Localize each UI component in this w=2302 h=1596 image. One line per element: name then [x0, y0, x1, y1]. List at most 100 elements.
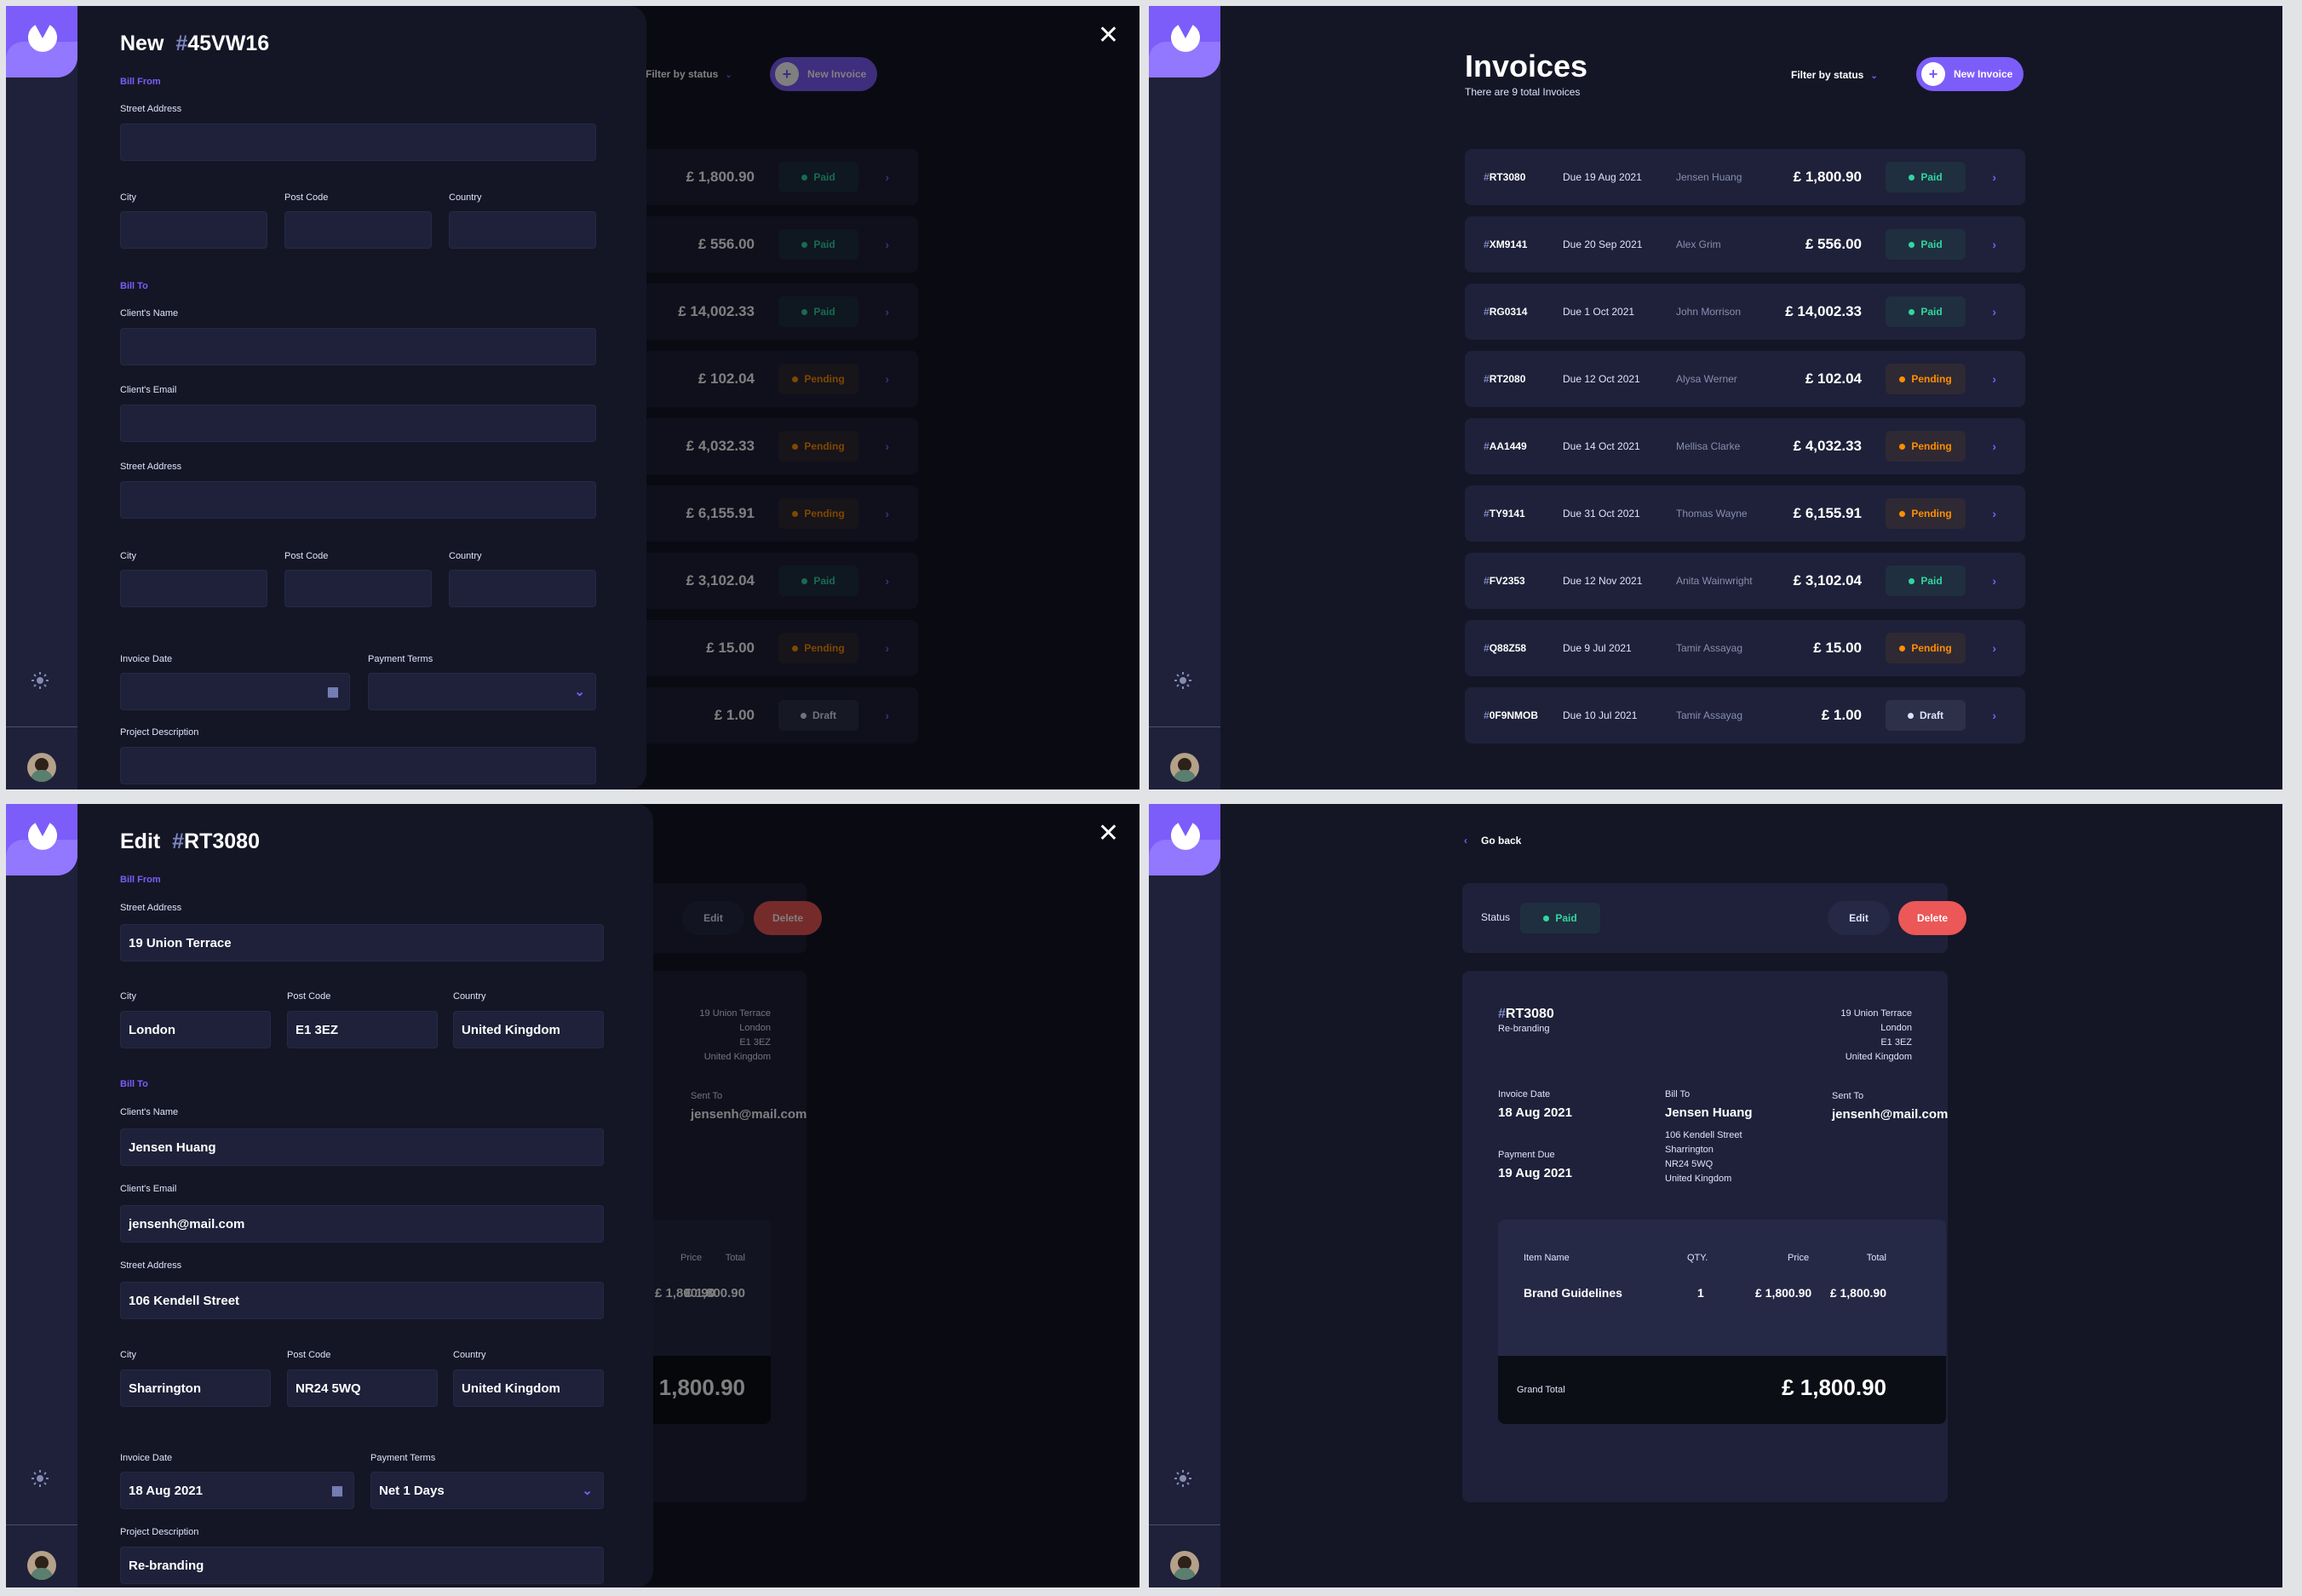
post-code-label: Post Code [287, 1350, 331, 1360]
app-logo[interactable] [1149, 804, 1220, 876]
avatar[interactable] [1170, 1551, 1199, 1580]
avatar[interactable] [27, 753, 56, 782]
street-label: Street Address [120, 462, 182, 472]
invoice-id: #RG0314 [1484, 306, 1527, 318]
to-post-code-input[interactable]: NR24 5WQ [287, 1369, 438, 1407]
invoice-row[interactable]: #RT2080 Due 12 Oct 2021 Alysa Werner £ 102.… [1465, 351, 2025, 407]
chevron-right-icon: › [1992, 709, 1996, 722]
logo-icon [1171, 25, 1200, 52]
from-post-code-input[interactable]: E1 3EZ [287, 1011, 438, 1048]
invoice-row[interactable]: #FV2353 Due 12 Nov 2021 Anita Wainwright £ … [1465, 553, 2025, 609]
client-name: Jensen Huang [1665, 1105, 1753, 1120]
section-bill-from: Bill From [120, 875, 161, 885]
client-email-input[interactable]: jensenh@mail.com [120, 1205, 604, 1243]
invoice-id: #RT3080 [1498, 1007, 1554, 1022]
project-description-input[interactable]: Re-branding [120, 1547, 604, 1584]
from-street-input[interactable]: 19 Union Terrace [120, 924, 604, 962]
invoice-amount: £ 1.00 [1821, 707, 1862, 723]
edit-invoice-drawer: Edit #RT3080 Bill From Street Address 19… [77, 804, 653, 1587]
status-badge: Pending [1886, 633, 1966, 663]
invoice-id-value: RT3080 [1505, 1007, 1554, 1021]
to-street-input[interactable]: 106 Kendell Street [120, 1282, 604, 1319]
to-country-input[interactable]: United Kingdom [453, 1369, 604, 1407]
payment-terms-select[interactable]: ⌄ [368, 673, 596, 710]
client-name: Alysa Werner [1676, 373, 1737, 385]
logo-icon [28, 25, 57, 52]
avatar[interactable] [27, 1551, 56, 1580]
filter-dropdown[interactable]: Filter by status ⌄ [1791, 69, 1878, 81]
sidebar-divider [6, 726, 77, 727]
app-logo[interactable] [6, 804, 77, 876]
new-invoice-label: New Invoice [1954, 68, 2013, 80]
app-logo[interactable] [1149, 6, 1220, 78]
client-name-label: Client's Name [120, 1107, 179, 1117]
invoice-date-value: 18 Aug 2021 [1498, 1105, 1572, 1120]
status-badge: Paid [1886, 565, 1966, 596]
invoice-row[interactable]: #TY9141 Due 31 Oct 2021 Thomas Wayne £ 6,15… [1465, 485, 2025, 542]
app-logo[interactable] [6, 6, 77, 78]
sun-icon[interactable] [1174, 672, 1195, 692]
from-city-input[interactable] [120, 211, 267, 249]
to-street-input[interactable] [120, 481, 596, 519]
address-line: London [1880, 1023, 1912, 1033]
client-email-label: Client's Email [120, 385, 177, 395]
hash-symbol: # [175, 32, 188, 55]
from-city-input[interactable]: London [120, 1011, 271, 1048]
due-date: Due 12 Oct 2021 [1563, 373, 1640, 385]
invoice-row[interactable]: #RG0314 Due 1 Oct 2021 John Morrison £ 14,0… [1465, 284, 2025, 340]
section-bill-from: Bill From [120, 77, 161, 87]
edit-button[interactable]: Edit [1828, 901, 1890, 935]
invoice-date-picker[interactable]: ▦ [120, 673, 350, 710]
invoice-row[interactable]: #AA1449 Due 14 Oct 2021 Mellisa Clarke £ 4,… [1465, 418, 2025, 474]
from-country-input[interactable] [449, 211, 596, 249]
chevron-left-icon: ‹ [1464, 835, 1467, 847]
grand-total-amount: £ 1,800.90 [1782, 1375, 1886, 1400]
sidebar [1149, 6, 1220, 789]
client-name: Alex Grim [1676, 238, 1721, 250]
sidebar [1149, 804, 1220, 1587]
from-country-input[interactable]: United Kingdom [453, 1011, 604, 1048]
new-invoice-screen: Filter by status⌄ +New Invoice #RT3080Du… [6, 6, 1140, 789]
invoice-id: #AA1449 [1484, 440, 1527, 452]
hash-symbol: # [172, 830, 185, 853]
total-header: Total [1866, 1253, 1886, 1263]
avatar[interactable] [1170, 753, 1199, 782]
from-post-code-input[interactable] [284, 211, 432, 249]
close-icon[interactable]: ✕ [1098, 821, 1119, 847]
post-code-label: Post Code [284, 192, 329, 203]
client-name-input[interactable] [120, 328, 596, 365]
to-city-input[interactable] [120, 570, 267, 607]
invoice-row[interactable]: #0F9NMOB Due 10 Jul 2021 Tamir Assayag £ 1.… [1465, 687, 2025, 743]
hash-symbol: # [1484, 238, 1490, 250]
invoice-date-picker[interactable]: 18 Aug 2021 ▦ [120, 1472, 354, 1509]
to-post-code-input[interactable] [284, 570, 432, 607]
client-name-input[interactable]: Jensen Huang [120, 1128, 604, 1166]
street-label: Street Address [120, 104, 182, 114]
to-city-input[interactable]: Sharrington [120, 1369, 271, 1407]
delete-button[interactable]: Delete [1898, 901, 1966, 935]
payment-terms-select[interactable]: Net 1 Days ⌄ [370, 1472, 604, 1509]
close-icon[interactable]: ✕ [1098, 23, 1119, 49]
client-email-input[interactable] [120, 405, 596, 442]
invoice-detail-screen: ‹ Go back Status Paid Edit Delete #RT3080… [1149, 804, 2282, 1587]
project-description-input[interactable] [120, 747, 596, 784]
street-label: Street Address [120, 1260, 182, 1271]
invoice-card: #RT3080 Re-branding 19 Union Terrace Lond… [1462, 971, 1948, 1502]
new-invoice-button[interactable]: + New Invoice [1916, 57, 2024, 91]
invoice-id-value: RT3080 [1489, 171, 1526, 183]
sun-icon[interactable] [32, 672, 52, 692]
address-line: United Kingdom [1845, 1052, 1912, 1062]
address-line: United Kingdom [1665, 1174, 1732, 1184]
invoice-row[interactable]: #Q88Z58 Due 9 Jul 2021 Tamir Assayag £ 15.0… [1465, 620, 2025, 676]
city-label: City [120, 192, 136, 203]
go-back-link[interactable]: ‹ Go back [1464, 835, 1521, 847]
due-date: Due 19 Aug 2021 [1563, 171, 1642, 183]
from-street-input[interactable] [120, 123, 596, 161]
to-country-input[interactable] [449, 570, 596, 607]
invoice-row[interactable]: #XM9141 Due 20 Sep 2021 Alex Grim £ 556.00 P… [1465, 216, 2025, 273]
invoice-row[interactable]: #RT3080 Due 19 Aug 2021 Jensen Huang £ 1,80… [1465, 149, 2025, 205]
due-date: Due 31 Oct 2021 [1563, 508, 1640, 520]
sun-icon[interactable] [1174, 1470, 1195, 1490]
invoice-id: #TY9141 [1484, 508, 1525, 520]
sun-icon[interactable] [32, 1470, 52, 1490]
